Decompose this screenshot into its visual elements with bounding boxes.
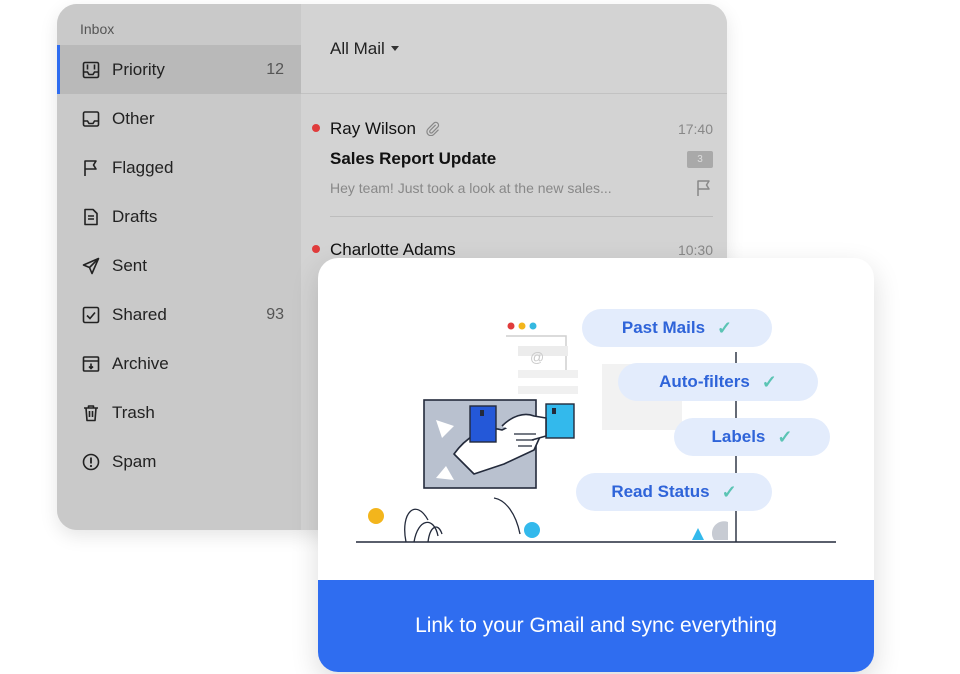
gmail-sync-card: @ Past Mails ✓ Auto-filters ✓ Labels ✓ R… bbox=[318, 258, 874, 672]
folder-priority[interactable]: Priority 12 bbox=[57, 45, 301, 94]
feature-label: Read Status bbox=[611, 482, 710, 501]
message-sender: Ray Wilson bbox=[330, 119, 440, 139]
thread-count-badge: 3 bbox=[687, 151, 713, 168]
link-gmail-button[interactable]: Link to your Gmail and sync everything bbox=[318, 580, 874, 672]
folder-other[interactable]: Other bbox=[57, 94, 301, 143]
folder-archive[interactable]: Archive bbox=[57, 339, 301, 388]
spam-warning-icon bbox=[82, 453, 100, 471]
feature-pill-auto-filters: Auto-filters ✓ bbox=[618, 363, 818, 401]
feature-label: Past Mails bbox=[621, 318, 706, 337]
feature-label: Auto-filters bbox=[659, 372, 750, 391]
folder-label: Archive bbox=[112, 353, 169, 373]
message-preview: Hey team! Just took a look at the new sa… bbox=[330, 180, 612, 196]
send-icon bbox=[82, 257, 100, 275]
folder-label: Drafts bbox=[112, 206, 158, 226]
svg-text:@: @ bbox=[530, 349, 544, 365]
feature-pill-read-status: Read Status ✓ bbox=[576, 473, 772, 511]
feature-pill-past-mails: Past Mails ✓ bbox=[582, 309, 772, 347]
link-gmail-label: Link to your Gmail and sync everything bbox=[415, 614, 777, 637]
folder-label: Priority bbox=[112, 59, 165, 79]
priority-inbox-icon bbox=[82, 61, 100, 79]
shared-icon bbox=[82, 306, 100, 324]
folder-drafts[interactable]: Drafts bbox=[57, 192, 301, 241]
folder-label: Other bbox=[112, 108, 155, 128]
folder-count: 93 bbox=[266, 305, 284, 323]
archive-box-icon bbox=[82, 355, 100, 373]
folder-trash[interactable]: Trash bbox=[57, 388, 301, 437]
check-icon: ✓ bbox=[777, 426, 793, 447]
folder-count: 12 bbox=[266, 60, 284, 78]
flag-message-icon[interactable] bbox=[695, 179, 713, 197]
check-icon: ✓ bbox=[721, 481, 737, 502]
folder-sent[interactable]: Sent bbox=[57, 241, 301, 290]
message-row[interactable]: Ray Wilson 17:40 Sales Report Update 3 H… bbox=[301, 4, 727, 216]
inbox-tray-icon bbox=[82, 110, 100, 128]
feature-label: Labels bbox=[711, 427, 766, 446]
feature-pill-labels: Labels ✓ bbox=[674, 418, 830, 456]
message-subject: Sales Report Update bbox=[330, 149, 497, 168]
message-sender: Charlotte Adams bbox=[330, 240, 456, 259]
sender-name: Ray Wilson bbox=[330, 119, 416, 138]
paperclip-icon bbox=[426, 121, 439, 137]
folder-list: Priority 12 Other Flagged Drafts Sent Sh… bbox=[57, 45, 301, 486]
folder-label: Flagged bbox=[112, 157, 174, 177]
message-time: 10:30 bbox=[677, 242, 713, 258]
inbox-heading: Inbox bbox=[80, 21, 115, 37]
check-icon: ✓ bbox=[761, 371, 777, 392]
flag-icon bbox=[82, 159, 100, 177]
message-time: 17:40 bbox=[677, 121, 713, 137]
folder-label: Shared bbox=[112, 304, 167, 324]
folder-flagged[interactable]: Flagged bbox=[57, 143, 301, 192]
folder-label: Trash bbox=[112, 402, 155, 422]
check-icon: ✓ bbox=[717, 317, 733, 338]
folder-shared[interactable]: Shared 93 bbox=[57, 290, 301, 339]
unread-dot bbox=[312, 124, 320, 132]
trash-icon bbox=[82, 404, 100, 422]
folder-sidebar: Inbox Priority 12 Other Flagged Drafts S… bbox=[57, 4, 301, 530]
folder-label: Spam bbox=[112, 451, 157, 471]
draft-document-icon bbox=[82, 208, 100, 226]
folder-label: Sent bbox=[112, 255, 147, 275]
folder-spam[interactable]: Spam bbox=[57, 437, 301, 486]
unread-dot bbox=[312, 245, 320, 253]
